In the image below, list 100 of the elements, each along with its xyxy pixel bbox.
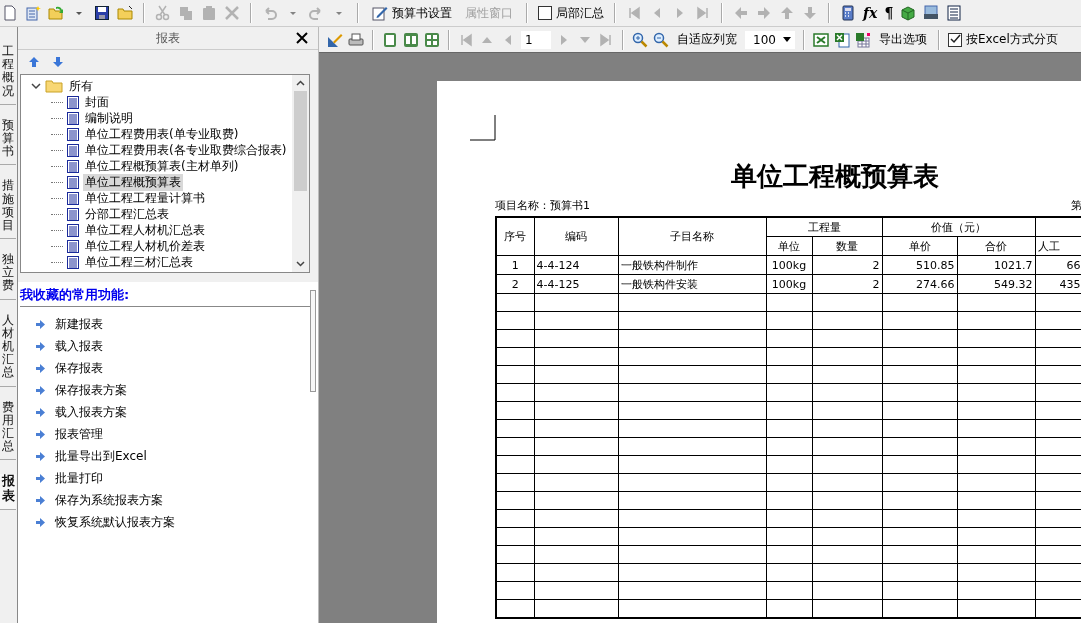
checkbox[interactable] [538, 6, 552, 20]
export-options-button[interactable]: 导出选项 [876, 29, 930, 50]
checkbox-label: 按Excel方式分页 [966, 31, 1058, 48]
printer-icon[interactable] [348, 31, 364, 48]
first-icon[interactable] [626, 5, 642, 21]
folder-icon [45, 79, 63, 93]
favorite-link[interactable]: 恢复系统默认报表方案 [55, 513, 175, 531]
side-tab[interactable]: 费用汇总 [0, 400, 16, 461]
tree-item[interactable]: 分部工程汇总表 [83, 205, 171, 223]
last-icon[interactable] [598, 31, 614, 48]
first-icon[interactable] [458, 31, 474, 48]
checkbox[interactable] [948, 32, 962, 47]
tree-item[interactable]: 单位工程工程量计算书 [83, 189, 207, 207]
fit-columns-button[interactable]: 自适应列宽 [674, 29, 740, 50]
new-doc-icon[interactable] [2, 5, 18, 21]
toolbar-button[interactable]: 预算书设置 [369, 2, 455, 24]
list-icon[interactable] [946, 5, 963, 21]
left-icon[interactable] [733, 5, 749, 21]
tree-item[interactable]: 封面 [83, 93, 111, 111]
scroll-down-icon[interactable] [296, 261, 305, 267]
scroll-up-icon[interactable] [296, 80, 305, 86]
formula-button[interactable]: fx [863, 5, 878, 21]
zoom-in-icon[interactable] [632, 31, 648, 48]
image-icon[interactable] [923, 5, 940, 21]
table-cell: 510.85 [882, 255, 957, 275]
favorite-link[interactable]: 保存报表 [55, 359, 103, 377]
edit-note-icon[interactable] [372, 5, 388, 21]
right-icon[interactable] [756, 5, 772, 21]
move-down-icon[interactable] [52, 56, 64, 68]
favorite-link[interactable]: 载入报表 [55, 337, 103, 355]
down-arrow-icon[interactable] [802, 5, 818, 21]
favorite-link[interactable]: 批量导出到Excel [55, 447, 147, 465]
paragraph-button[interactable]: ¶ [884, 5, 894, 21]
tree-item[interactable]: 所有 [67, 77, 95, 95]
favorites-heading: 我收藏的常用功能: [20, 286, 310, 307]
column-header: 序号 [496, 217, 534, 256]
folder-icon[interactable] [117, 5, 133, 21]
zoom-out-icon[interactable] [653, 31, 669, 48]
tree-item[interactable]: 单位工程费用表(各专业取费综合报表) [83, 141, 289, 159]
report-icon [67, 191, 79, 205]
page-double-icon[interactable] [403, 31, 419, 48]
tree-item[interactable]: 单位工程人材机价差表 [83, 237, 207, 255]
page-single-icon[interactable] [382, 31, 398, 48]
new-sheet-icon[interactable] [25, 5, 41, 21]
redo-icon[interactable] [308, 5, 324, 21]
table-cell: 2 [812, 274, 882, 294]
tree-item[interactable]: 单位工程概预算表 [83, 173, 183, 191]
side-tab[interactable]: 措施项目 [0, 179, 16, 240]
calculator-icon[interactable] [840, 5, 856, 21]
favorite-link[interactable]: 保存为系统报表方案 [55, 491, 163, 509]
save-icon[interactable] [94, 5, 110, 21]
favorite-link[interactable]: 新建报表 [55, 315, 103, 333]
report-icon [67, 175, 79, 189]
tree-item[interactable]: 编制说明 [83, 109, 135, 127]
scrollbar[interactable] [292, 75, 309, 272]
page-field[interactable]: 1 [521, 30, 551, 49]
table-cell: 2 [496, 274, 534, 294]
side-tab[interactable]: 预算书 [0, 118, 16, 166]
table-cell: 一般铁构件制作 [618, 255, 766, 275]
favorite-link[interactable]: 报表管理 [55, 425, 103, 443]
move-up-icon[interactable] [28, 56, 40, 68]
caret-icon[interactable] [783, 37, 791, 42]
cube-icon[interactable] [900, 5, 917, 21]
page-quad-icon[interactable] [424, 31, 440, 48]
table-cell: 一般铁构件安装 [618, 274, 766, 294]
arrow-icon [36, 341, 45, 351]
scrollbar[interactable] [310, 290, 316, 392]
tree-item[interactable]: 单位工程人材机汇总表 [83, 221, 207, 239]
tree-item[interactable]: 单位工程概预算表(主材单列) [83, 157, 241, 175]
crop-mark [470, 115, 496, 141]
excel-grid-icon[interactable] [855, 31, 871, 48]
arrow-icon [36, 429, 45, 439]
column-header: 单价 [882, 236, 957, 256]
favorite-link[interactable]: 批量打印 [55, 469, 103, 487]
excel-doc-icon[interactable] [834, 31, 850, 48]
side-tab[interactable]: 独立费 [0, 253, 16, 300]
favorite-link[interactable]: 保存报表方案 [55, 381, 127, 399]
tree-item[interactable]: 单位工程三材汇总表 [83, 253, 195, 271]
paste-icon[interactable] [201, 5, 217, 21]
close-icon[interactable] [296, 32, 308, 44]
undo-icon[interactable] [262, 5, 278, 21]
column-header: 合价 [957, 236, 1035, 256]
side-tab[interactable]: 报表 [0, 474, 16, 510]
zoom-dropdown[interactable]: 100 [745, 30, 795, 49]
side-tab[interactable]: 工程概况 [0, 45, 16, 105]
cut-icon[interactable] [155, 5, 171, 21]
up-arrow-icon[interactable] [779, 5, 795, 21]
open-folder-icon[interactable] [48, 5, 64, 21]
favorite-link[interactable]: 载入报表方案 [55, 403, 127, 421]
copy-icon[interactable] [178, 5, 194, 21]
delete-icon[interactable] [224, 5, 240, 21]
ruler-pencil-icon[interactable] [327, 31, 343, 48]
side-tab[interactable]: 人材机汇总 [0, 313, 16, 387]
last-icon[interactable] [695, 5, 711, 21]
chevron-icon[interactable] [31, 81, 41, 91]
table-cell: 2 [812, 255, 882, 275]
report-icon [67, 239, 79, 253]
tree-item[interactable]: 单位工程费用表(单专业取费) [83, 125, 241, 143]
excel-icon[interactable] [813, 31, 829, 48]
report-icon [67, 255, 79, 269]
